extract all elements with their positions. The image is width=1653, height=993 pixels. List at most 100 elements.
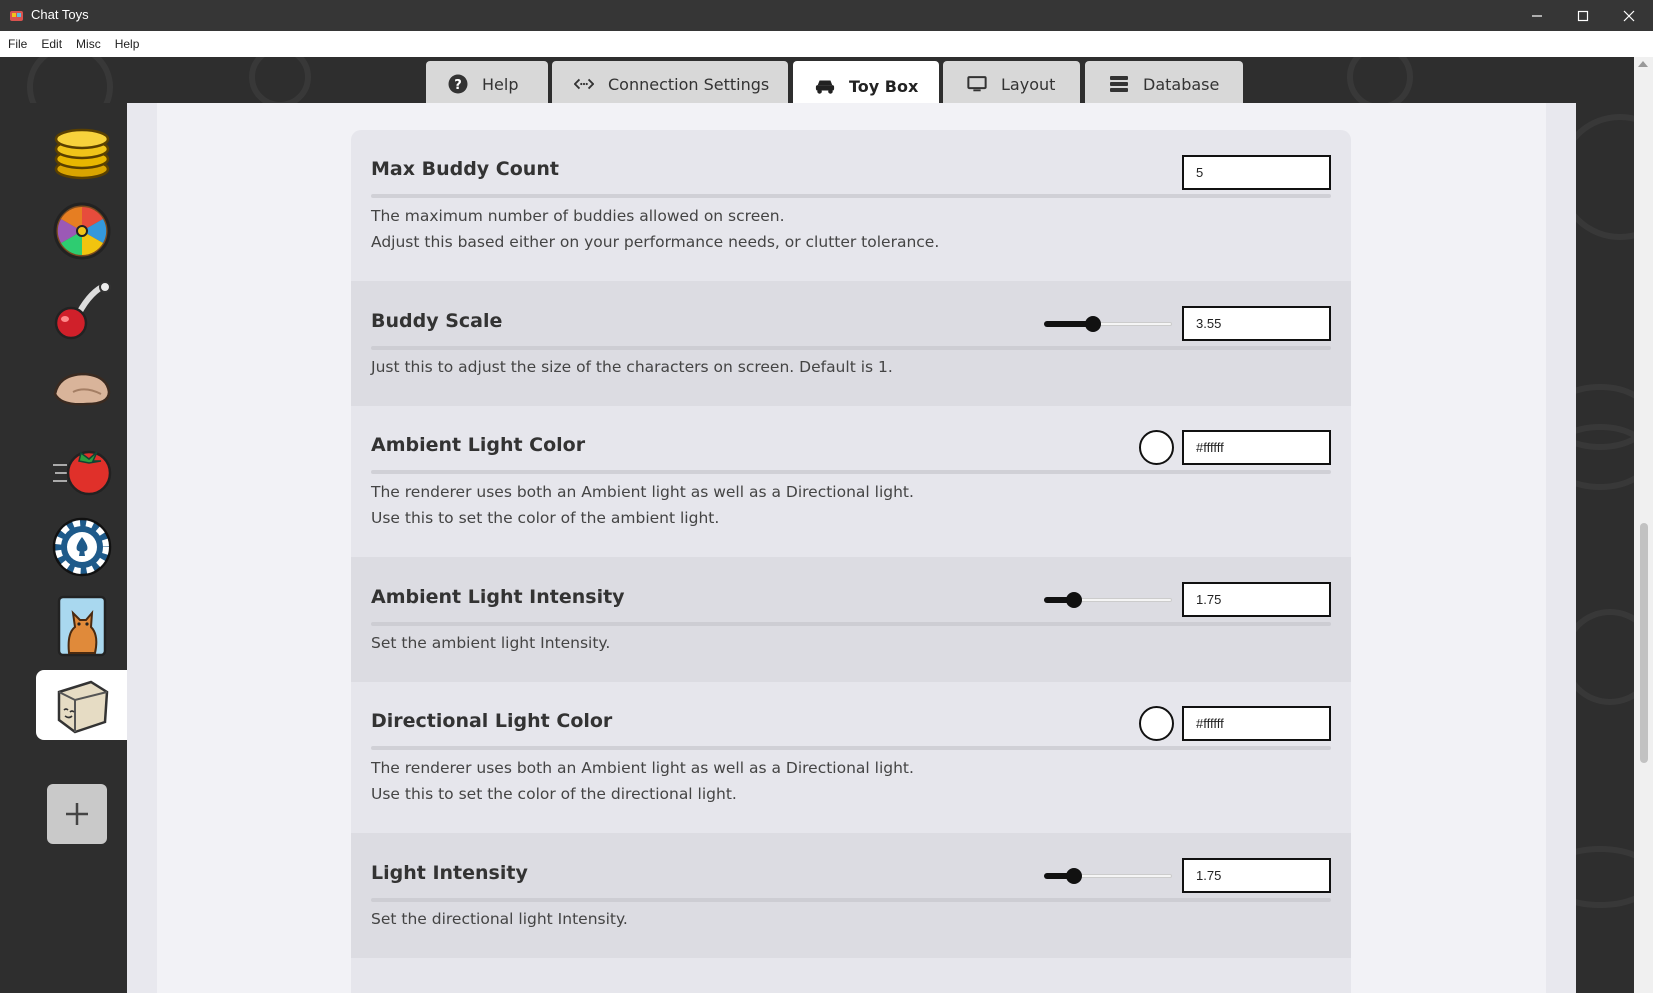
tab-database[interactable]: Database (1085, 61, 1243, 107)
light-intensity-slider[interactable] (1044, 867, 1172, 885)
description-line: The renderer uses both an Ambient light … (371, 483, 914, 501)
settings-list: Max Buddy Count The maximum number of bu… (351, 130, 1351, 993)
setting-description: The renderer uses both an Ambient light … (371, 479, 914, 531)
sidebar-item-wheel[interactable] (36, 196, 127, 266)
sidebar-item-cherry[interactable] (36, 275, 127, 345)
maximize-icon (1577, 10, 1589, 21)
app-icon (10, 11, 23, 21)
sidebar-item-hand[interactable] (36, 354, 127, 424)
close-icon (1623, 10, 1635, 21)
question-circle-icon: ? (448, 74, 468, 94)
close-button[interactable] (1606, 0, 1652, 31)
hand-icon (53, 372, 110, 406)
cherry-icon (54, 281, 111, 340)
settings-panel-inner: Max Buddy Count The maximum number of bu… (157, 103, 1546, 993)
buddy-scale-input[interactable] (1182, 306, 1331, 341)
chip-icon (52, 517, 111, 577)
description-line: Adjust this based either on your perform… (371, 233, 940, 251)
coins-icon (54, 128, 109, 180)
tab-connection-settings[interactable]: Connection Settings (552, 61, 788, 107)
light-intensity-input[interactable] (1182, 858, 1331, 893)
setting-label: Buddy Scale (371, 310, 503, 332)
description-line: Just this to adjust the size of the char… (371, 358, 893, 376)
code-arrows-icon (574, 74, 594, 94)
database-icon (1109, 74, 1129, 94)
tab-help-label: Help (482, 74, 519, 94)
divider (371, 622, 1331, 626)
setting-description: Set the ambient light Intensity. (371, 630, 610, 656)
app-content: ? Help Connection Settings Toy Box Layou… (0, 57, 1653, 993)
description-line: Use this to set the color of the directi… (371, 785, 737, 803)
settings-panel: Max Buddy Count The maximum number of bu… (127, 103, 1576, 993)
setting-light-intensity: Light Intensity Set the directional ligh… (351, 833, 1351, 958)
minimize-button[interactable] (1514, 0, 1560, 31)
setting-description: The maximum number of buddies allowed on… (371, 203, 939, 255)
cat-icon (57, 595, 106, 657)
slider-thumb[interactable] (1066, 592, 1083, 608)
sidebar-item-cat[interactable] (36, 591, 127, 661)
tab-layout[interactable]: Layout (943, 61, 1080, 107)
max-buddy-count-input[interactable] (1182, 155, 1331, 190)
divider (371, 746, 1331, 750)
window-title: Chat Toys (31, 7, 89, 22)
scroll-up-icon[interactable] (1638, 61, 1648, 67)
box-face-icon (57, 680, 108, 734)
buddy-scale-slider[interactable] (1044, 315, 1172, 333)
menu-help[interactable]: Help (108, 31, 147, 57)
ambient-color-input[interactable] (1182, 430, 1331, 465)
slider-thumb[interactable] (1085, 316, 1102, 332)
setting-label: Max Buddy Count (371, 158, 559, 180)
setting-description: Just this to adjust the size of the char… (371, 354, 893, 380)
plus-icon (66, 803, 88, 825)
sidebar-item-coins[interactable] (36, 117, 127, 187)
setting-label: Directional Light Color (371, 710, 613, 732)
title-bar: Chat Toys (0, 0, 1653, 31)
minimize-icon (1532, 14, 1542, 17)
description-line: Use this to set the color of the ambient… (371, 509, 720, 527)
setting-ambient-light-color: Ambient Light Color The renderer uses bo… (351, 406, 1351, 557)
description-line: The maximum number of buddies allowed on… (371, 207, 785, 225)
setting-directional-light-color: Directional Light Color The renderer use… (351, 682, 1351, 833)
description-line: Set the directional light Intensity. (371, 910, 628, 928)
scrollbar-thumb[interactable] (1640, 523, 1648, 763)
divider (371, 898, 1331, 902)
divider (371, 470, 1331, 474)
car-icon (815, 76, 835, 96)
sidebar-item-tomato[interactable] (36, 433, 127, 503)
menu-bar: File Edit Misc Help (0, 31, 1653, 57)
slider-thumb[interactable] (1066, 868, 1083, 884)
setting-description: The renderer uses both an Ambient light … (371, 755, 914, 807)
divider (371, 194, 1331, 198)
menu-misc[interactable]: Misc (69, 31, 108, 57)
directional-color-swatch[interactable] (1139, 706, 1174, 741)
setting-label: Light Intensity (371, 862, 528, 884)
tomato-icon (52, 450, 111, 496)
setting-description: Set the directional light Intensity. (371, 906, 628, 932)
wheel-icon (53, 202, 110, 260)
description-line: The renderer uses both an Ambient light … (371, 759, 914, 777)
divider (371, 346, 1331, 350)
monitor-icon (967, 74, 987, 94)
sidebar-item-chip[interactable] (36, 512, 127, 582)
menu-edit[interactable]: Edit (34, 31, 69, 57)
ambient-intensity-input[interactable] (1182, 582, 1331, 617)
maximize-button[interactable] (1560, 0, 1606, 31)
setting-label: Ambient Light Color (371, 434, 586, 456)
vertical-scrollbar[interactable] (1634, 57, 1653, 993)
add-toy-button[interactable] (47, 784, 107, 844)
menu-file[interactable]: File (0, 31, 34, 57)
tab-layout-label: Layout (1001, 74, 1056, 94)
tab-database-label: Database (1143, 74, 1220, 94)
setting-buddy-scale: Buddy Scale Just this to adjust the size… (351, 281, 1351, 406)
svg-text:?: ? (454, 78, 462, 93)
description-line: Set the ambient light Intensity. (371, 634, 611, 652)
sidebar-item-buddy-box[interactable] (36, 670, 127, 740)
directional-color-input[interactable] (1182, 706, 1331, 741)
setting-max-buddy-count: Max Buddy Count The maximum number of bu… (351, 130, 1351, 281)
ambient-color-swatch[interactable] (1139, 430, 1174, 465)
ambient-intensity-slider[interactable] (1044, 591, 1172, 609)
setting-label: Ambient Light Intensity (371, 586, 625, 608)
setting-next-partial (351, 958, 1351, 993)
tab-connection-settings-label: Connection Settings (608, 74, 770, 94)
tab-help[interactable]: ? Help (426, 61, 548, 107)
